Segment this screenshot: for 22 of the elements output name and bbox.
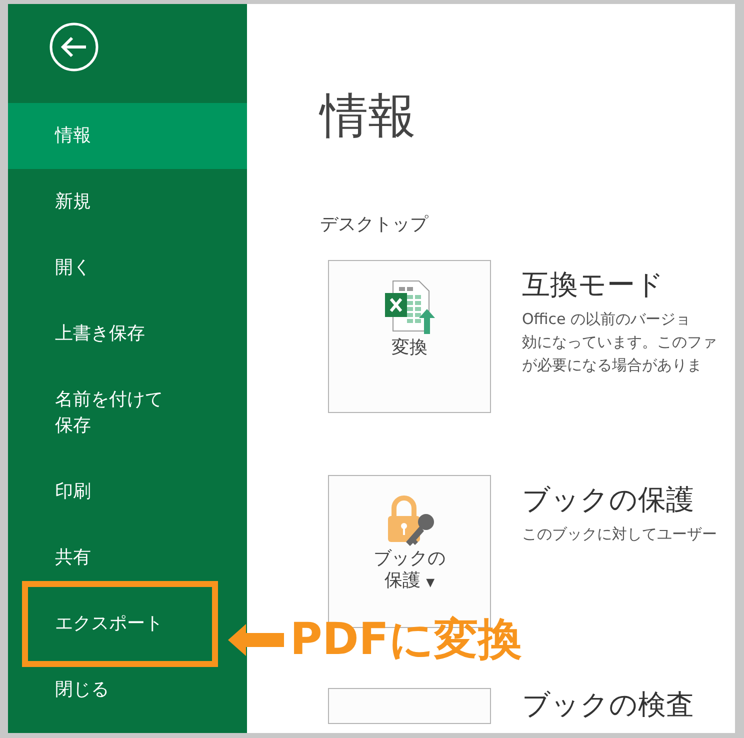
spreadsheet-convert-icon: [382, 279, 436, 337]
sidebar-item[interactable]: 閉じる: [8, 657, 174, 723]
card-title: ブックの保護: [522, 483, 695, 517]
card-title: 互換モード: [522, 268, 665, 302]
card-description: このブックに対してユーザー: [522, 524, 717, 545]
sidebar-item[interactable]: 開く: [8, 235, 174, 301]
sidebar-item[interactable]: 共有: [8, 525, 174, 591]
card-description: Office の以前のバージョ 効になっています。このファ が必要になる場合がありま: [522, 309, 717, 376]
sidebar-item[interactable]: 新規: [8, 169, 174, 235]
sidebar-item[interactable]: エクスポート: [8, 591, 174, 657]
sidebar-item[interactable]: 名前を付けて保存: [8, 367, 174, 459]
action-tile[interactable]: 変換: [328, 260, 491, 413]
sidebar-item[interactable]: 印刷: [8, 459, 174, 525]
caret-icon: ▼: [426, 576, 435, 589]
left-arrow-icon: [228, 623, 284, 657]
sidebar-item[interactable]: 情報: [8, 103, 247, 169]
sidebar-item[interactable]: 上書き保存: [8, 301, 174, 367]
action-tile[interactable]: [328, 688, 491, 724]
card-title: ブックの検査: [522, 688, 694, 722]
section-label: デスクトップ: [320, 213, 428, 236]
page-title: 情報: [320, 87, 416, 146]
back-icon[interactable]: [48, 21, 100, 73]
